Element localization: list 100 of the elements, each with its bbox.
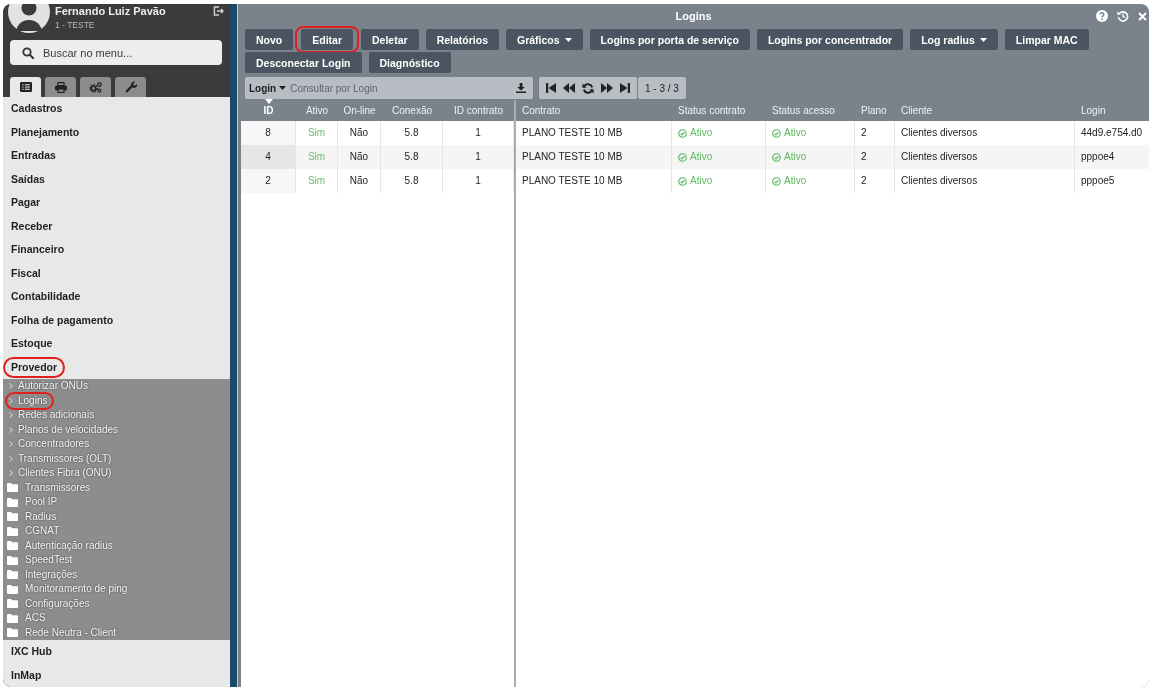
status-label: Ativo (690, 151, 713, 163)
field-selector[interactable]: Login (249, 82, 287, 94)
submenu-item[interactable]: CGNAT (3, 524, 66, 539)
menu-item[interactable]: Saídas (3, 168, 53, 190)
table-cell: 5.8 (381, 145, 443, 169)
table-cell: pppoe4 (1075, 145, 1149, 169)
submenu-item[interactable]: Transmissores (OLT) (3, 451, 118, 466)
toolbar-button[interactable]: Deletar (361, 29, 419, 50)
column-header[interactable]: On-line (343, 104, 376, 117)
rewind-icon[interactable] (563, 83, 575, 93)
close-icon[interactable] (1138, 11, 1147, 21)
menu-item[interactable]: Financeiro (3, 239, 73, 261)
column-header[interactable]: Plano (861, 104, 887, 117)
check-circle-icon (772, 176, 781, 186)
status-label: Ativo (784, 151, 807, 163)
toolbar-button[interactable]: Novo (245, 29, 294, 50)
toolbar-button[interactable]: Logins por concentrador (756, 29, 904, 50)
column-header[interactable]: Status contrato (678, 104, 746, 117)
column-header[interactable]: ID (263, 104, 274, 117)
menu-item[interactable]: Planejamento (3, 121, 88, 143)
menu-item[interactable]: Provedor (3, 356, 66, 378)
table-cell: 2 (241, 169, 296, 193)
search-field[interactable]: Buscar no menu... (10, 40, 222, 65)
sort-arrow-icon (264, 99, 273, 104)
toolbar-button[interactable]: Desconectar Login (245, 52, 362, 73)
user-name: Fernando Luiz Pavão (55, 5, 166, 17)
printer-icon (54, 81, 67, 93)
check-circle-icon (772, 152, 781, 162)
check-circle-icon (678, 176, 687, 186)
chevron-icon (9, 470, 13, 477)
menu-item[interactable]: Receber (3, 215, 61, 237)
submenu-item[interactable]: Rede Neutra - Client (3, 625, 123, 640)
submenu-item[interactable]: SpeedTest (3, 553, 79, 568)
menu-item[interactable]: Estoque (3, 333, 61, 355)
folder-icon (7, 483, 18, 493)
fast-forward-icon[interactable] (601, 83, 613, 93)
status-label: Ativo (784, 175, 807, 187)
submenu-item[interactable]: Clientes Fibra (ONU) (3, 466, 118, 481)
skip-first-icon[interactable] (546, 83, 556, 93)
toolbar-button[interactable]: Log radius (910, 29, 998, 50)
toolbar-button[interactable]: Limpar MAC (1004, 29, 1089, 50)
submenu-item[interactable]: Concentradores (3, 437, 96, 452)
column-header[interactable]: ID contrato (454, 104, 503, 117)
splitter-bar[interactable] (230, 4, 238, 687)
company-label: 1 - TESTE (55, 20, 95, 30)
search-field[interactable]: Login Consultar por Login (245, 77, 533, 99)
column-header[interactable]: Login (1081, 104, 1106, 117)
menu-item[interactable]: Contabilidade (3, 286, 89, 308)
check-circle-icon (678, 128, 687, 138)
table-cell: 2 (855, 145, 895, 169)
menu-item[interactable]: InMap (3, 664, 50, 686)
column-header[interactable]: Contrato (522, 104, 561, 117)
toolbar-button[interactable]: Relatórios (425, 29, 499, 50)
submenu-item[interactable]: Redes adicionais (3, 408, 101, 423)
table-cell: Não (338, 145, 381, 169)
download-icon[interactable] (516, 83, 526, 93)
menu-item[interactable]: Folha de pagamento (3, 309, 122, 331)
menu-item[interactable]: Pagar (3, 192, 49, 214)
menu-item[interactable]: Fiscal (3, 262, 49, 284)
toolbar-button[interactable]: Diagnóstico (368, 52, 451, 73)
folder-icon (7, 541, 18, 551)
submenu-item[interactable]: Pool IP (3, 495, 64, 510)
submenu-item[interactable]: Integrações (3, 567, 84, 582)
box-arrow-icon[interactable] (213, 6, 224, 16)
submenu-item[interactable]: Planos de velocidades (3, 422, 125, 437)
submenu-item[interactable]: Transmissores (3, 480, 97, 495)
submenu-item[interactable]: ACS (3, 611, 52, 626)
table-cell: 1 (443, 145, 514, 169)
folder-icon (7, 570, 18, 580)
toolbar-button[interactable]: Logins por porta de serviço (589, 29, 750, 50)
menu-item[interactable]: Entradas (3, 145, 64, 167)
help-icon[interactable] (1096, 10, 1108, 22)
column-header[interactable]: Status acesso (772, 104, 835, 117)
folder-icon (7, 613, 18, 623)
skip-last-icon[interactable] (620, 83, 630, 93)
menu-item[interactable]: Cadastros (3, 98, 71, 120)
column-header[interactable]: Ativo (305, 104, 329, 117)
toolbar-button[interactable]: Editar (301, 29, 353, 50)
refresh-icon[interactable] (582, 82, 594, 94)
submenu-item[interactable]: Autenticação radius (3, 538, 119, 553)
history-icon[interactable] (1117, 10, 1129, 22)
submenu-item[interactable]: Autorizar ONUs (3, 379, 94, 394)
column-header[interactable]: Conexão (392, 104, 432, 117)
toolbar-button[interactable]: Gráficos (506, 29, 583, 50)
menu-item[interactable]: IXC Hub (3, 641, 60, 663)
folder-icon (7, 628, 18, 638)
status-label: Ativo (690, 175, 713, 187)
folder-icon (7, 599, 18, 609)
search-input[interactable]: Consultar por Login (290, 82, 516, 94)
column-header[interactable]: Cliente (901, 104, 933, 117)
tab[interactable] (10, 77, 41, 97)
submenu-item[interactable]: Configurações (3, 596, 96, 611)
search-input[interactable]: Buscar no menu... (43, 46, 193, 59)
submenu-item[interactable]: Monitoramento de ping (3, 582, 134, 597)
submenu-item[interactable]: Logins (5, 391, 55, 410)
status-label: Ativo (690, 127, 713, 139)
table-cell: 4 (241, 145, 296, 169)
folder-icon (7, 512, 18, 522)
page-counter: 1 - 3 / 3 (638, 77, 686, 99)
submenu-item[interactable]: Radius (3, 509, 63, 524)
